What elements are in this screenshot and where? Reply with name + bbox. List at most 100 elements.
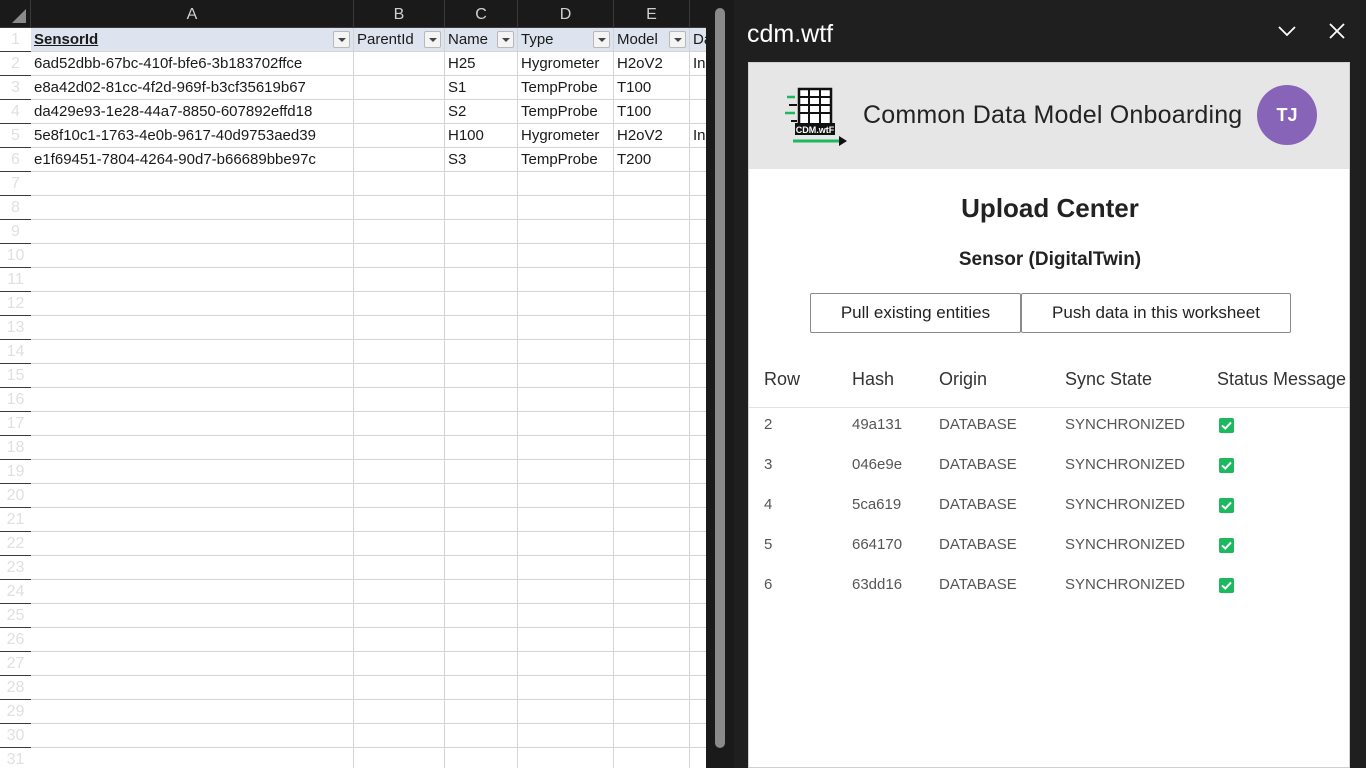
row-header[interactable]: 10 bbox=[0, 244, 31, 268]
cell[interactable] bbox=[354, 628, 445, 652]
cell[interactable] bbox=[690, 580, 706, 604]
cell[interactable] bbox=[690, 676, 706, 700]
cell[interactable]: S2 bbox=[445, 100, 518, 124]
cell[interactable] bbox=[445, 220, 518, 244]
row-header[interactable]: 15 bbox=[0, 364, 31, 388]
cell[interactable] bbox=[614, 460, 690, 484]
row-header[interactable]: 22 bbox=[0, 532, 31, 556]
header-cell[interactable]: Model bbox=[614, 28, 690, 52]
cell[interactable] bbox=[614, 196, 690, 220]
cell[interactable]: TempProbe bbox=[518, 148, 614, 172]
cell[interactable] bbox=[614, 244, 690, 268]
row-header[interactable]: 4 bbox=[0, 100, 31, 124]
cell[interactable] bbox=[690, 340, 706, 364]
cell[interactable] bbox=[354, 148, 445, 172]
cell[interactable] bbox=[614, 220, 690, 244]
push-data-button[interactable]: Push data in this worksheet bbox=[1021, 293, 1291, 333]
cell[interactable]: 6ad52dbb-67bc-410f-bfe6-3b183702ffce bbox=[31, 52, 354, 76]
cell[interactable] bbox=[614, 364, 690, 388]
cell[interactable] bbox=[445, 244, 518, 268]
cell[interactable] bbox=[690, 628, 706, 652]
cell[interactable] bbox=[31, 244, 354, 268]
cell[interactable] bbox=[690, 652, 706, 676]
cell[interactable] bbox=[690, 484, 706, 508]
cell[interactable] bbox=[354, 292, 445, 316]
cell[interactable] bbox=[518, 196, 614, 220]
cell[interactable] bbox=[445, 196, 518, 220]
cell[interactable] bbox=[690, 268, 706, 292]
cell[interactable] bbox=[690, 388, 706, 412]
cell[interactable] bbox=[518, 172, 614, 196]
cell[interactable] bbox=[518, 436, 614, 460]
cell[interactable] bbox=[690, 172, 706, 196]
cell[interactable] bbox=[518, 244, 614, 268]
filter-dropdown-icon[interactable] bbox=[424, 31, 441, 48]
cell[interactable] bbox=[354, 244, 445, 268]
cell[interactable]: H2oV2 bbox=[614, 52, 690, 76]
row-header[interactable]: 14 bbox=[0, 340, 31, 364]
filter-dropdown-icon[interactable] bbox=[497, 31, 514, 48]
cell[interactable] bbox=[690, 364, 706, 388]
cell[interactable] bbox=[518, 484, 614, 508]
column-header-f[interactable] bbox=[690, 0, 706, 28]
cell[interactable]: T100 bbox=[614, 76, 690, 100]
cell[interactable] bbox=[445, 652, 518, 676]
cell[interactable] bbox=[354, 508, 445, 532]
cell[interactable] bbox=[518, 292, 614, 316]
cell[interactable] bbox=[518, 652, 614, 676]
cell[interactable] bbox=[445, 604, 518, 628]
cell[interactable] bbox=[354, 748, 445, 768]
cell[interactable] bbox=[614, 412, 690, 436]
cell[interactable] bbox=[690, 316, 706, 340]
row-header[interactable]: 19 bbox=[0, 460, 31, 484]
cell[interactable] bbox=[690, 436, 706, 460]
cell[interactable]: H2oV2 bbox=[614, 124, 690, 148]
cell[interactable] bbox=[690, 724, 706, 748]
row-header[interactable]: 1 bbox=[0, 28, 31, 52]
row-header[interactable]: 7 bbox=[0, 172, 31, 196]
cell[interactable] bbox=[31, 460, 354, 484]
cell[interactable] bbox=[614, 580, 690, 604]
cell[interactable] bbox=[614, 316, 690, 340]
cell[interactable]: T100 bbox=[614, 100, 690, 124]
cell[interactable]: e1f69451-7804-4264-90d7-b66689bbe97c bbox=[31, 148, 354, 172]
cell[interactable] bbox=[445, 316, 518, 340]
cell[interactable] bbox=[518, 340, 614, 364]
cell[interactable] bbox=[518, 220, 614, 244]
row-header[interactable]: 13 bbox=[0, 316, 31, 340]
column-header-e[interactable]: E bbox=[614, 0, 690, 28]
cell[interactable] bbox=[614, 436, 690, 460]
cell[interactable] bbox=[518, 556, 614, 580]
row-header[interactable]: 26 bbox=[0, 628, 31, 652]
cell[interactable]: S3 bbox=[445, 148, 518, 172]
cell[interactable] bbox=[31, 316, 354, 340]
row-header[interactable]: 24 bbox=[0, 580, 31, 604]
filter-dropdown-icon[interactable] bbox=[333, 31, 350, 48]
cell[interactable] bbox=[354, 124, 445, 148]
cell[interactable] bbox=[445, 532, 518, 556]
cell[interactable] bbox=[31, 748, 354, 768]
row-header[interactable]: 17 bbox=[0, 412, 31, 436]
cell[interactable] bbox=[445, 628, 518, 652]
row-header[interactable]: 29 bbox=[0, 700, 31, 724]
row-header[interactable]: 25 bbox=[0, 604, 31, 628]
cell[interactable] bbox=[614, 724, 690, 748]
cell[interactable]: TempProbe bbox=[518, 100, 614, 124]
cell[interactable] bbox=[690, 604, 706, 628]
cell[interactable] bbox=[614, 388, 690, 412]
cell[interactable] bbox=[354, 412, 445, 436]
scrollbar-thumb[interactable] bbox=[715, 8, 725, 748]
cell[interactable] bbox=[354, 220, 445, 244]
cell[interactable] bbox=[690, 220, 706, 244]
cell[interactable]: e8a42d02-81cc-4f2d-969f-b3cf35619b67 bbox=[31, 76, 354, 100]
cell[interactable] bbox=[614, 628, 690, 652]
cell[interactable] bbox=[614, 340, 690, 364]
cell[interactable] bbox=[31, 268, 354, 292]
cell[interactable] bbox=[445, 700, 518, 724]
cell[interactable] bbox=[354, 652, 445, 676]
cell[interactable]: H100 bbox=[445, 124, 518, 148]
cell[interactable] bbox=[518, 460, 614, 484]
row-header[interactable]: 31 bbox=[0, 748, 31, 768]
row-header[interactable]: 21 bbox=[0, 508, 31, 532]
cell[interactable] bbox=[690, 532, 706, 556]
